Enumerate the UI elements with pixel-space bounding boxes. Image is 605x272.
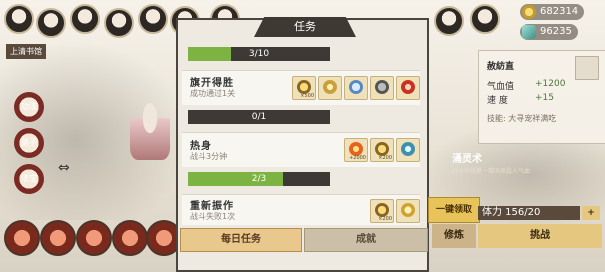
hero-portrait-3[interactable] [70,4,100,34]
task-1-desc: 成功通过1关 [190,89,236,98]
jade-gem-icon [522,25,536,39]
hero-portrait-9[interactable] [470,4,500,34]
reward-cloud[interactable] [344,76,368,100]
add-stamina-button[interactable]: + [582,206,600,220]
jade-counter: 96235 [520,24,578,40]
reward-coin[interactable]: ×500 [292,76,316,100]
reward-crystal[interactable] [396,138,420,162]
hero-portrait-2[interactable] [36,8,66,38]
tab-daily-tasks[interactable]: 每日任务 [180,228,302,252]
skill-button-label: 功法 [21,102,37,111]
reward-count: ×200 [378,216,392,222]
coin-icon [375,203,389,217]
coin-icon [297,80,311,94]
hero-portrait-4[interactable] [104,8,134,38]
bottom-skill-icon-4[interactable] [112,220,148,256]
stamina-bar: 体力 156/20 [478,206,580,220]
coin-stack-icon [323,80,337,94]
stat-speed-value: +15 [535,93,554,103]
cultivate-button[interactable]: 修炼 [432,224,476,248]
bottom-skill-icon-2[interactable] [40,220,76,256]
gold-amount: 682314 [540,6,579,17]
skill-panel: 涌灵术 战斗中恢复一赠叫来敌人气血 [440,150,590,190]
side-menu-title: 上清书馆 [6,44,46,59]
challenge-button[interactable]: 挑战 [478,224,602,248]
stat-panel-title: 赦紡直 [487,62,515,72]
reward-coin[interactable]: ×200 [370,199,394,223]
modal-title: 任务 [254,17,356,37]
gold-coin-icon [522,5,536,19]
coin-icon [375,142,389,156]
jade-amount: 96235 [540,26,572,37]
reward-coin[interactable]: ×200 [370,138,394,162]
skill-button[interactable]: 功法 [14,92,44,122]
top-progress-text: 3/10 [248,49,270,59]
bottom-skill-icon-1[interactable] [4,220,40,256]
hero-portrait-1[interactable] [4,4,34,34]
reward-ingot[interactable] [396,199,420,223]
treasure-button[interactable]: 法宝 [14,164,44,194]
hero-portrait-8[interactable] [434,6,464,36]
hero-portrait-5[interactable] [138,4,168,34]
task-3-name: 重新振作 [190,201,234,212]
skill-desc: 战斗中恢复一赠叫来敌人气血 [452,168,531,175]
task-2-progress-text: 2/3 [251,174,267,184]
task-1-name: 旗开得胜 [190,78,234,89]
stone-icon [375,80,389,94]
reward-count: +2000 [349,155,366,161]
reward-red-item[interactable] [396,76,420,100]
fire-icon [349,142,363,156]
stat-speed-label: 速 度 [487,96,508,106]
task-1-progress-text: 0/1 [251,112,267,122]
task-2-desc: 战斗3分钟 [190,152,228,161]
swap-icon[interactable]: ⇔ [58,160,70,176]
task-2-progress-bar: 2/3 [188,172,330,186]
bottom-skill-icon-3[interactable] [76,220,112,256]
stat-hp-label: 气血值 [487,82,515,92]
stat-skill-desc: 技能: 大寻宠祥满吃 [487,114,557,123]
stat-panel-close-icon[interactable] [575,56,599,80]
cloud-icon [349,80,363,94]
reward-count: ×500 [300,93,314,99]
reward-count: ×200 [378,155,392,161]
treasure-button-label: 法宝 [21,174,37,183]
skill-title: 涌灵术 [452,154,482,165]
red-item-icon [401,80,415,94]
task-2-name: 热身 [190,141,212,152]
disciple-button[interactable]: 弟子 [14,128,44,158]
claim-all-button[interactable]: 一键领取 [428,197,480,223]
hero-character [130,100,170,160]
crystal-icon [401,142,415,156]
tab-achievements[interactable]: 成就 [304,228,428,252]
gold-counter: 682314 [520,4,585,20]
ingot-icon [401,203,415,217]
top-progress-bar: 3/10 [188,47,330,61]
reward-fire[interactable]: +2000 [344,138,368,162]
task-3-desc: 战斗失败1次 [190,212,236,221]
task-1-progress-bar: 0/1 [188,110,330,124]
stat-hp-value: +1200 [535,79,566,89]
reward-coin-stack[interactable] [318,76,342,100]
disciple-button-label: 弟子 [21,138,37,147]
reward-stone[interactable] [370,76,394,100]
